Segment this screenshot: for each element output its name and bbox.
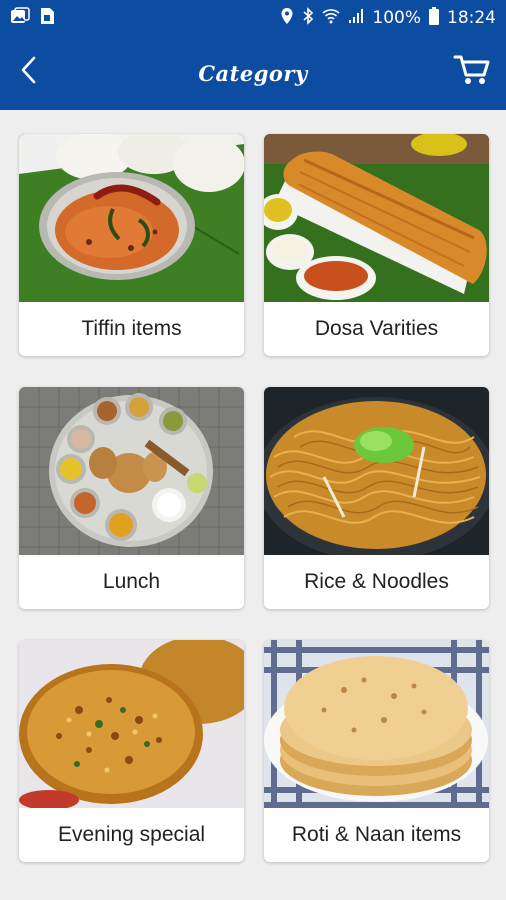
signal-icon bbox=[348, 8, 364, 28]
location-icon bbox=[280, 7, 294, 29]
status-left bbox=[10, 7, 56, 29]
category-card-lunch[interactable]: Lunch bbox=[19, 387, 244, 609]
category-label: Rice & Noodles bbox=[304, 570, 449, 593]
cart-icon bbox=[453, 53, 491, 91]
bluetooth-icon bbox=[302, 7, 314, 29]
battery-percent: 100% bbox=[372, 8, 421, 28]
idli-sambar-image bbox=[19, 134, 244, 302]
sim-icon bbox=[38, 7, 56, 29]
clock: 18:24 bbox=[447, 8, 496, 28]
noodles-image bbox=[264, 387, 489, 555]
category-card-dosa-varities[interactable]: Dosa Varities bbox=[264, 134, 489, 356]
app-bar: Category bbox=[0, 36, 506, 110]
dosa-image bbox=[264, 134, 489, 302]
back-button[interactable] bbox=[10, 54, 46, 90]
roti-image bbox=[264, 640, 489, 808]
gallery-icon bbox=[10, 7, 30, 29]
back-arrow-icon bbox=[19, 55, 37, 89]
status-right: 100% 18:24 bbox=[280, 7, 496, 29]
category-card-roti-naan-items[interactable]: Roti & Naan items bbox=[264, 640, 489, 862]
category-label: Tiffin items bbox=[81, 317, 182, 340]
wifi-icon bbox=[322, 8, 340, 28]
category-card-rice-noodles[interactable]: Rice & Noodles bbox=[264, 387, 489, 609]
thali-image bbox=[19, 387, 244, 555]
category-label: Dosa Varities bbox=[314, 317, 439, 340]
category-card-tiffin-items[interactable]: Tiffin items bbox=[19, 134, 244, 356]
page-title: Category bbox=[198, 60, 308, 86]
cart-button[interactable] bbox=[452, 52, 492, 92]
category-label: Lunch bbox=[102, 570, 161, 593]
battery-icon bbox=[429, 7, 439, 29]
category-label: Roti & Naan items bbox=[291, 823, 462, 846]
category-label: Evening special bbox=[57, 823, 206, 846]
vada-image bbox=[19, 640, 244, 808]
status-bar: 100% 18:24 bbox=[0, 0, 506, 36]
category-card-evening-special[interactable]: Evening special bbox=[19, 640, 244, 862]
